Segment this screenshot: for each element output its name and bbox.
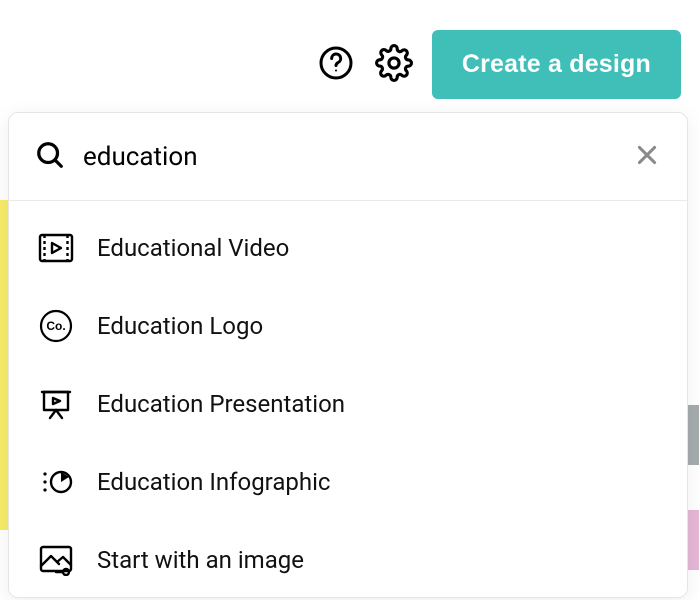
search-suggestions: Educational Video Co. Education Logo [9,201,687,598]
image-icon [37,541,75,579]
svg-text:Co.: Co. [46,319,65,333]
suggestion-item[interactable]: Co. Education Logo [9,287,687,365]
help-icon [318,45,354,84]
logo-co-icon: Co. [37,307,75,345]
search-row [9,113,687,201]
presentation-icon [37,385,75,423]
suggestion-item[interactable]: Education Presentation [9,365,687,443]
search-panel: Educational Video Co. Education Logo [8,112,688,598]
search-icon [35,140,65,174]
background-patch [688,510,699,570]
suggestion-label: Education Infographic [97,468,330,496]
background-patch [688,405,699,465]
search-input[interactable] [83,142,611,172]
help-button[interactable] [316,45,356,85]
top-toolbar: Create a design [316,30,681,99]
gear-icon [375,44,413,85]
suggestion-label: Educational Video [97,234,289,262]
settings-button[interactable] [374,45,414,85]
suggestion-label: Education Logo [97,312,263,340]
video-play-icon [37,229,75,267]
create-design-button[interactable]: Create a design [432,30,681,99]
infographic-icon [37,463,75,501]
suggestion-item[interactable]: Education Infographic [9,443,687,521]
close-icon [634,142,660,171]
background-patch [0,200,8,530]
suggestion-label: Start with an image [97,546,304,574]
suggestion-item[interactable]: Start with an image [9,521,687,598]
suggestion-label: Education Presentation [97,390,345,418]
suggestion-item[interactable]: Educational Video [9,209,687,287]
clear-search-button[interactable] [629,139,665,175]
